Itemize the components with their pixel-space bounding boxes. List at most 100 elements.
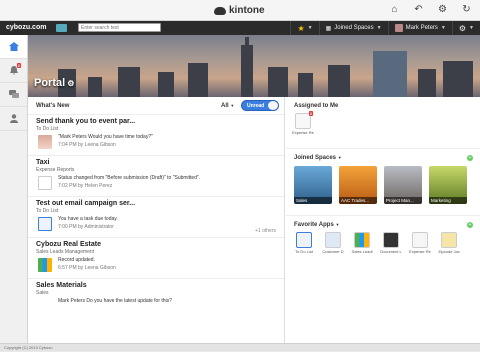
checkbox-app-icon [38,217,52,231]
skyline-building [328,65,350,97]
customer-app-icon [325,232,341,248]
rail-messages[interactable] [0,83,27,107]
star-icon: ★ [297,23,305,33]
gear-icon[interactable]: ⚙ [67,79,74,88]
right-panel: Assigned to Me 2 Expense Re Joined Space… [286,97,480,343]
feed-item[interactable]: Sales Materials Sales Mark Peters Do you… [28,279,284,319]
skyline-building [418,69,436,97]
assigned-app[interactable]: 2 Expense Re [291,111,315,135]
page-title: Portal ⚙ [34,77,74,89]
favorite-apps-section: Favorite Apps ▼ + To Do List Customer D … [286,216,480,266]
app-bar: kintone ⌂ ↶ ⚙ ↻ [0,0,480,21]
joined-spaces-title[interactable]: Joined Spaces ▼ [286,149,480,161]
feed-item[interactable]: Send thank you to event par... To Do Lis… [28,115,284,156]
portal-title-label: Portal [34,77,66,89]
favorite-apps-title[interactable]: Favorite Apps ▼ [286,216,480,228]
assigned-section: Assigned to Me 2 Expense Re [286,97,480,149]
skyline-spire [245,37,249,97]
global-header: cybozu.com ★ ▼ ▦ Joined Spaces ▼ Mark Pe… [0,21,480,35]
joined-spaces-menu[interactable]: ▦ Joined Spaces ▼ [318,21,388,35]
feed-item-others: +1 others [255,228,276,234]
space-label: Project Man... [384,197,422,204]
chevron-down-icon: ▼ [230,103,235,108]
app-label: Zipcode Jav [438,249,460,254]
chat-icon [8,90,19,98]
feed-item-title: Cybozu Real Estate [36,241,101,248]
back-icon[interactable]: ↶ [413,4,424,15]
feed-item-text: Status changed from "Before submission (… [58,175,201,181]
left-rail: 2 [0,35,28,343]
space-label: AAC Trades... [339,197,377,204]
feed-item-time: 7:02 PM [58,183,77,189]
feed-item-app: Sales [36,290,49,296]
document-app-icon [383,232,399,248]
feed-item-meta: 6:57 PM by Leena Gibson [58,265,276,271]
feed-item-title: Sales Materials [36,282,87,289]
app-logo: kintone [214,5,265,16]
assigned-title: Assigned to Me [294,103,339,109]
favorites-menu[interactable]: ★ ▼ [290,21,318,35]
feed-item-author: by Administrator [78,224,114,230]
feed-item-app: Expense Reports [36,167,75,173]
feed-item[interactable]: Taxi Expense Reports Status changed from… [28,156,284,197]
feed-item-time: 6:57 PM [58,265,77,271]
expense-app-icon: 2 [295,111,313,129]
feed-item-title: Taxi [36,159,50,166]
feed-item-app: To Do List [36,126,59,132]
whats-new-header: What's New All ▼ Unread [28,97,284,115]
home-icon[interactable]: ⌂ [389,4,400,15]
expense-app-icon [38,176,52,190]
feed-item[interactable]: Test out email campaign ser... To Do Lis… [28,197,284,238]
space-tile[interactable]: AAC Trades... [339,166,377,204]
rail-home[interactable] [0,35,27,59]
feed-item-title: Test out email campaign ser... [36,200,136,207]
favorite-app[interactable]: Expense Re [408,232,432,254]
rail-notifications[interactable]: 2 [0,59,27,83]
feed-item-text: Mark Peters Do you have the latest updat… [58,298,172,304]
favorite-apps-title-text: Favorite Apps [294,222,334,228]
user-menu[interactable]: Mark Peters ▼ [387,21,452,35]
avatar [394,24,403,32]
unread-label: Unread [247,103,265,109]
space-tile[interactable]: Marketing [429,166,467,204]
chevron-down-icon: ▼ [337,155,342,160]
space-label: Sales [294,197,332,204]
brand-label[interactable]: cybozu.com [6,24,46,31]
rail-people[interactable] [0,107,27,131]
feed-item-author: by Helen Perez [78,183,113,189]
cloud-icon [214,6,226,15]
favorite-app[interactable]: Zipcode Jav [437,232,461,254]
add-space-icon[interactable]: + [467,155,473,161]
favorite-app[interactable]: Sales Leadi [350,232,374,254]
filter-value: All [221,103,229,109]
refresh-icon[interactable]: ↻ [461,4,472,15]
feed-item-time: 7:00 PM [58,224,77,230]
feed-item-author: by Leena Gibson [78,142,116,148]
feed-item-meta: 7:02 PM by Helen Perez [58,183,276,189]
chevron-down-icon: ▼ [469,25,474,31]
sales-leads-app-icon [354,232,370,248]
feed-item-text: You have a task due today. [58,216,118,222]
skyline-building [373,51,407,97]
favorite-app[interactable]: To Do List [292,232,316,254]
favorite-app[interactable]: Customer D [321,232,345,254]
favorite-app[interactable]: Document L [379,232,403,254]
space-tile[interactable]: Project Man... [384,166,422,204]
feed-item[interactable]: Cybozu Real Estate Sales Leads Managemen… [28,238,284,279]
space-tile[interactable]: Sales [294,166,332,204]
joined-spaces-section: Joined Spaces ▼ + Sales AAC Trades... Pr… [286,149,480,216]
app-switch-icon[interactable] [56,24,67,32]
search-input[interactable] [78,23,161,32]
settings-menu[interactable]: ⚙ ▼ [451,21,480,35]
skyline-building [443,61,473,97]
settings-icon[interactable]: ⚙ [437,4,448,15]
app-label: Expense Re [409,249,431,254]
spaces-icon: ▦ [325,25,332,32]
unread-toggle[interactable]: Unread [241,100,279,111]
portal-banner: Portal ⚙ [28,35,480,97]
skyline-building [158,72,174,97]
add-app-icon[interactable]: + [467,222,473,228]
feed-item-app: To Do List [36,208,59,214]
filter-dropdown[interactable]: All ▼ [221,103,234,109]
zipcode-app-icon [441,232,457,248]
